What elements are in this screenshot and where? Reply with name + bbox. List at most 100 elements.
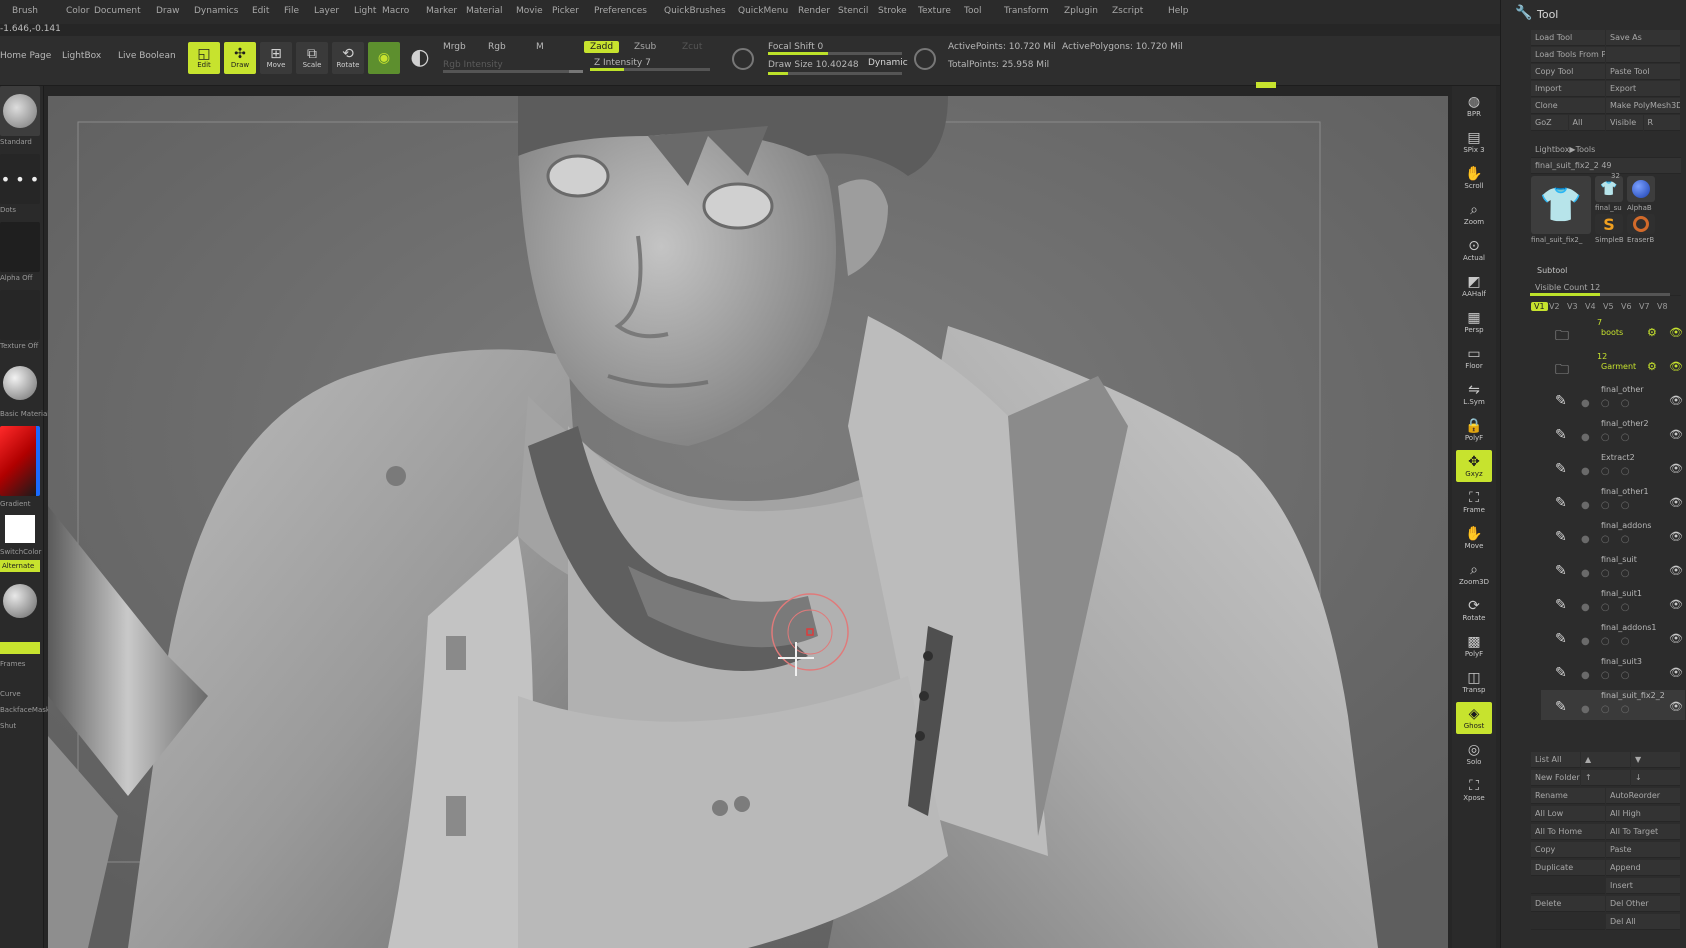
lazy-mouse-button[interactable] xyxy=(0,642,40,654)
subtool-tab-v7[interactable]: V7 xyxy=(1639,302,1650,311)
shelf-polyf-button[interactable]: 🔒 PolyF xyxy=(1456,414,1492,446)
subtool-tab-v3[interactable]: V3 xyxy=(1567,302,1578,311)
rgb-intensity-slider[interactable] xyxy=(443,70,583,73)
eraser-brush-thumb[interactable] xyxy=(1627,214,1655,234)
subtool-action--[interactable]: ▲ xyxy=(1581,752,1630,768)
tool-btn-empty[interactable] xyxy=(1606,47,1680,63)
menu-quickmenu[interactable]: QuickMenu xyxy=(738,6,788,16)
menu-picker[interactable]: Picker xyxy=(552,6,579,16)
subtool-action-new-folder[interactable]: New Folder xyxy=(1531,770,1580,786)
visibility-eye-icon[interactable]: 👁 xyxy=(1669,496,1683,509)
visibility-eye-icon[interactable]: 👁 xyxy=(1669,632,1683,645)
subtool-options-icon[interactable]: ● ○ ○ xyxy=(1581,398,1634,409)
draw-size-slider-label[interactable]: Draw Size 10.40248 xyxy=(768,60,859,70)
subtool-item[interactable]: ✎ ● ○ ○ final_other1 👁 xyxy=(1541,486,1685,516)
shelf-xpose-button[interactable]: ⛶ Xpose xyxy=(1456,774,1492,806)
subtool-item[interactable]: ✎ ● ○ ○ final_addons1 👁 xyxy=(1541,622,1685,652)
canvas-viewport[interactable] xyxy=(48,96,1448,948)
tool-btn-goz[interactable]: GoZ xyxy=(1531,115,1568,131)
subtool-action-all-to-target[interactable]: All To Target xyxy=(1606,824,1680,840)
scale-button[interactable]: ⧉ Scale xyxy=(296,42,328,74)
subtool-action-insert[interactable]: Insert xyxy=(1606,878,1680,894)
subtool-action-del-other[interactable]: Del Other xyxy=(1606,896,1680,912)
dynamic-dial-icon[interactable] xyxy=(914,48,936,70)
subtool-tab-v6[interactable]: V6 xyxy=(1621,302,1632,311)
visibility-eye-icon[interactable]: 👁 xyxy=(1669,326,1683,339)
material-preview[interactable] xyxy=(0,576,40,626)
secondary-color[interactable] xyxy=(0,514,40,544)
visibility-eye-icon[interactable]: 👁 xyxy=(1669,700,1683,713)
menu-light[interactable]: Light xyxy=(354,6,376,16)
menu-document[interactable]: Document xyxy=(94,6,141,16)
subtool-item[interactable]: ✎ ● ○ ○ final_other 👁 xyxy=(1541,384,1685,414)
tool-btn-clone[interactable]: Clone xyxy=(1531,98,1605,114)
shelf-transp-button[interactable]: ◫ Transp xyxy=(1456,666,1492,698)
menu-stencil[interactable]: Stencil xyxy=(838,6,868,16)
subtool-folder[interactable]: 🗀 12 Garment ⚙ 👁 xyxy=(1541,350,1685,380)
tool-btn-paste-tool[interactable]: Paste Tool xyxy=(1606,64,1680,80)
tool-btn-make-polymesh3d[interactable]: Make PolyMesh3D xyxy=(1606,98,1680,114)
visibility-eye-icon[interactable]: 👁 xyxy=(1669,428,1683,441)
visibility-eye-icon[interactable]: 👁 xyxy=(1669,564,1683,577)
tool-thumb-main[interactable]: 👕 xyxy=(1531,176,1591,234)
shelf-actual-button[interactable]: ⊙ Actual xyxy=(1456,234,1492,266)
subtool-item[interactable]: ✎ ● ○ ○ final_suit1 👁 xyxy=(1541,588,1685,618)
zsub-button[interactable]: Zsub xyxy=(628,41,662,53)
menu-help[interactable]: Help xyxy=(1168,6,1189,16)
tool-btn-save-as[interactable]: Save As xyxy=(1606,30,1680,46)
menu-dynamics[interactable]: Dynamics xyxy=(194,6,238,16)
visibility-eye-icon[interactable]: 👁 xyxy=(1669,666,1683,679)
menu-color[interactable]: Color xyxy=(66,6,90,16)
visibility-eye-icon[interactable]: 👁 xyxy=(1669,394,1683,407)
menu-marker[interactable]: Marker xyxy=(426,6,457,16)
subtool-options-icon[interactable]: ● ○ ○ xyxy=(1581,602,1634,613)
subtool-item[interactable]: ✎ ● ○ ○ final_suit 👁 xyxy=(1541,554,1685,584)
current-tool-slider[interactable]: final_suit_fix2_2 49 xyxy=(1531,158,1681,174)
simple-brush-thumb[interactable]: S xyxy=(1595,214,1623,234)
home-page-button[interactable]: Home Page xyxy=(0,51,51,61)
visibility-eye-icon[interactable]: 👁 xyxy=(1669,360,1683,373)
visible-count-track[interactable] xyxy=(1530,293,1670,296)
zadd-button[interactable]: Zadd xyxy=(584,41,620,53)
subtool-item[interactable]: ✎ ● ○ ○ final_suit3 👁 xyxy=(1541,656,1685,686)
tool-btn-export[interactable]: Export xyxy=(1606,81,1680,97)
shelf-zoom-button[interactable]: ⌕ Zoom xyxy=(1456,198,1492,230)
subtool-action-all-low[interactable]: All Low xyxy=(1531,806,1605,822)
subtool-action-del-all[interactable]: Del All xyxy=(1606,914,1680,930)
subtool-action--[interactable]: ↑ xyxy=(1581,770,1630,786)
m-button[interactable]: M xyxy=(536,42,544,52)
menu-macro[interactable]: Macro xyxy=(382,6,409,16)
rgb-button[interactable]: Rgb xyxy=(488,42,506,52)
alternate-button[interactable]: Alternate xyxy=(0,560,40,572)
shelf-spix-3-button[interactable]: ▤ SPix 3 xyxy=(1456,126,1492,158)
menu-transform[interactable]: Transform xyxy=(1004,6,1049,16)
subtool-folder[interactable]: 🗀 7 boots ⚙ 👁 xyxy=(1541,316,1685,346)
menu-preferences[interactable]: Preferences xyxy=(594,6,647,16)
alpha-selector[interactable] xyxy=(0,222,40,272)
menu-brush[interactable]: Brush xyxy=(12,6,38,16)
subtool-action-rename[interactable]: Rename xyxy=(1531,788,1605,804)
dynamic-button[interactable]: Dynamic xyxy=(868,58,908,68)
gear-icon[interactable]: ⚙ xyxy=(1647,326,1657,339)
move-button[interactable]: ⊞ Move xyxy=(260,42,292,74)
menu-draw[interactable]: Draw xyxy=(156,6,180,16)
shelf-bpr-button[interactable]: ◍ BPR xyxy=(1456,90,1492,122)
subtool-action-list-all[interactable]: List All xyxy=(1531,752,1580,768)
gear-icon[interactable]: ⚙ xyxy=(1647,360,1657,373)
lightbox-button[interactable]: LightBox xyxy=(62,51,101,61)
subtool-options-icon[interactable]: ● ○ ○ xyxy=(1581,568,1634,579)
subtool-header[interactable]: Subtool xyxy=(1537,266,1567,275)
subtool-item[interactable]: ✎ ● ○ ○ final_other2 👁 xyxy=(1541,418,1685,448)
menu-render[interactable]: Render xyxy=(798,6,830,16)
visibility-eye-icon[interactable]: 👁 xyxy=(1669,530,1683,543)
brush-selector[interactable] xyxy=(0,86,40,136)
subtool-options-icon[interactable]: ● ○ ○ xyxy=(1581,534,1634,545)
shelf-move-button[interactable]: ✋ Move xyxy=(1456,522,1492,554)
shelf-frame-button[interactable]: ⛶ Frame xyxy=(1456,486,1492,518)
shelf-ghost-button[interactable]: ◈ Ghost xyxy=(1456,702,1492,734)
menu-zplugin[interactable]: Zplugin xyxy=(1064,6,1098,16)
tool-btn-load-tool[interactable]: Load Tool xyxy=(1531,30,1605,46)
menu-texture[interactable]: Texture xyxy=(918,6,951,16)
shelf-gxyz-button[interactable]: ✥ Gxyz xyxy=(1456,450,1492,482)
focal-shift-slider[interactable] xyxy=(768,52,902,55)
